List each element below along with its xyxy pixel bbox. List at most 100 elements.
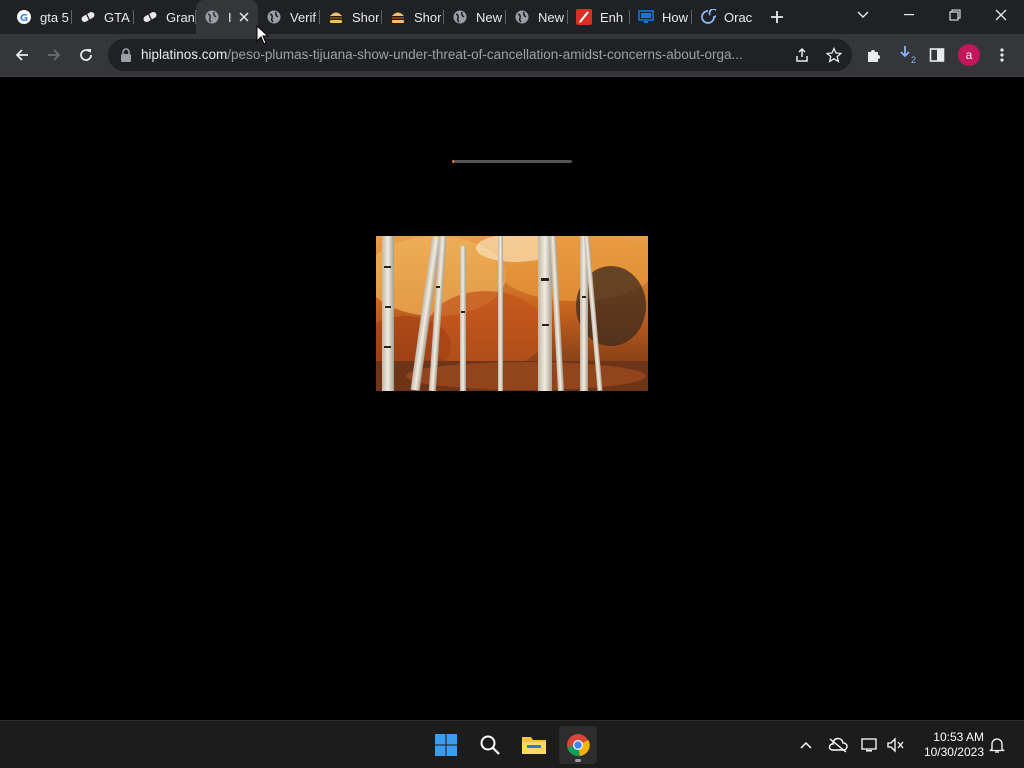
clock[interactable]: 10:53 AM 10/30/2023	[910, 730, 984, 760]
loading-bar	[452, 160, 572, 163]
file-explorer-icon	[522, 737, 546, 754]
chevron-down-icon	[857, 11, 869, 18]
windows-taskbar: 10:53 AM 10/30/2023	[0, 720, 1024, 768]
cloud-off-icon	[828, 737, 848, 753]
tab-enh[interactable]: Enh	[568, 0, 630, 34]
restore-icon	[949, 9, 961, 21]
side-panel-icon	[929, 48, 945, 62]
close-tab-icon[interactable]	[236, 9, 252, 25]
clock-time: 10:53 AM	[933, 730, 984, 744]
tab-strip: G gta 5 GTA Gran I Verif Shor Shor New N…	[0, 0, 1024, 34]
chrome-menu-button[interactable]	[987, 40, 1017, 70]
tab-title: New	[538, 9, 565, 25]
svg-text:G: G	[20, 13, 28, 24]
star-icon	[826, 47, 842, 63]
mouse-cursor-icon	[256, 25, 270, 45]
volume-muted-icon	[887, 737, 904, 753]
search-icon	[480, 735, 500, 755]
burger-icon	[328, 9, 344, 25]
tab-orac[interactable]: Orac	[692, 0, 754, 34]
taskbar-search-button[interactable]	[471, 726, 509, 764]
globe-icon	[452, 9, 468, 25]
tab-title: I	[228, 9, 232, 25]
show-hidden-icons-button[interactable]	[794, 733, 818, 757]
url-path: /peso-plumas-tijuana-show-under-threat-o…	[227, 47, 743, 62]
google-icon: G	[16, 9, 32, 25]
url-text[interactable]: hiplatinos.com/peso-plumas-tijuana-show-…	[141, 47, 781, 63]
chrome-taskbar-button[interactable]	[559, 726, 597, 764]
address-bar[interactable]: hiplatinos.com/peso-plumas-tijuana-show-…	[108, 39, 852, 71]
minimize-icon	[904, 14, 914, 16]
forward-button[interactable]	[39, 40, 69, 70]
file-explorer-button[interactable]	[515, 726, 553, 764]
share-button[interactable]	[790, 43, 814, 67]
share-icon	[796, 47, 808, 62]
tab-title: Shor	[414, 9, 442, 25]
close-window-button[interactable]	[978, 0, 1024, 30]
reload-button[interactable]	[71, 40, 101, 70]
back-button[interactable]	[7, 40, 37, 70]
restore-button[interactable]	[932, 0, 978, 30]
swirl-icon	[700, 9, 716, 25]
chrome-icon	[567, 734, 590, 757]
pill-icon	[80, 9, 96, 25]
globe-icon	[266, 9, 282, 25]
browser-toolbar: hiplatinos.com/peso-plumas-tijuana-show-…	[0, 34, 1024, 77]
windows-start-button[interactable]	[427, 726, 465, 764]
downloads-button[interactable]: 2	[892, 40, 922, 70]
globe-icon	[204, 9, 220, 25]
network-icon	[861, 738, 877, 752]
autumn-forest-image	[376, 236, 648, 391]
tab-title: Enh	[600, 9, 624, 25]
download-count: 2	[911, 55, 917, 65]
tab-title: How	[662, 9, 689, 25]
tab-title: Orac	[724, 9, 753, 25]
windows-start-icon	[435, 734, 457, 756]
loading-bar-fill	[452, 160, 455, 163]
tab-how[interactable]: How	[630, 0, 692, 34]
tab-shor-2[interactable]: Shor	[382, 0, 444, 34]
tab-shor-1[interactable]: Shor	[320, 0, 382, 34]
tab-gran[interactable]: Gran	[134, 0, 196, 34]
page-viewport	[0, 78, 1024, 720]
close-icon	[995, 9, 1007, 21]
tab-new-2[interactable]: New	[506, 0, 568, 34]
url-domain: hiplatinos.com	[141, 47, 228, 62]
globe-icon	[514, 9, 530, 25]
tab-title: Verif	[290, 9, 317, 25]
tab-search-button[interactable]	[840, 0, 886, 30]
tab-title: New	[476, 9, 503, 25]
burger-icon	[390, 9, 406, 25]
tab-gta5[interactable]: G gta 5	[8, 0, 72, 34]
profile-avatar[interactable]: a	[958, 44, 980, 66]
lock-icon[interactable]	[118, 47, 134, 63]
side-panel-button[interactable]	[922, 40, 952, 70]
tab-new-1[interactable]: New	[444, 0, 506, 34]
bookmark-star-button[interactable]	[822, 43, 846, 67]
chevron-up-icon	[800, 741, 812, 749]
monitor-icon	[638, 9, 654, 25]
kebab-menu-icon	[1000, 48, 1004, 62]
back-arrow-icon	[15, 49, 28, 61]
onedrive-button[interactable]	[826, 733, 850, 757]
bell-icon	[989, 738, 1005, 753]
tab-active[interactable]: I	[196, 0, 258, 34]
tab-gta[interactable]: GTA	[72, 0, 134, 34]
puzzle-icon	[868, 50, 880, 62]
extensions-button[interactable]	[859, 40, 889, 70]
reload-icon	[80, 49, 92, 61]
pill-icon	[142, 9, 158, 25]
tab-title: Gran	[166, 9, 195, 25]
notifications-button[interactable]	[985, 733, 1009, 757]
clock-date: 10/30/2023	[923, 745, 984, 759]
forward-arrow-icon	[48, 49, 61, 61]
volume-button[interactable]	[883, 733, 907, 757]
new-tab-button[interactable]	[766, 6, 788, 28]
pen-icon	[576, 9, 592, 25]
tab-title: Shor	[352, 9, 380, 25]
tab-title: gta 5	[40, 9, 69, 25]
network-button[interactable]	[858, 733, 882, 757]
minimize-button[interactable]	[886, 0, 932, 30]
running-indicator	[575, 759, 581, 762]
tab-title: GTA	[104, 9, 130, 25]
